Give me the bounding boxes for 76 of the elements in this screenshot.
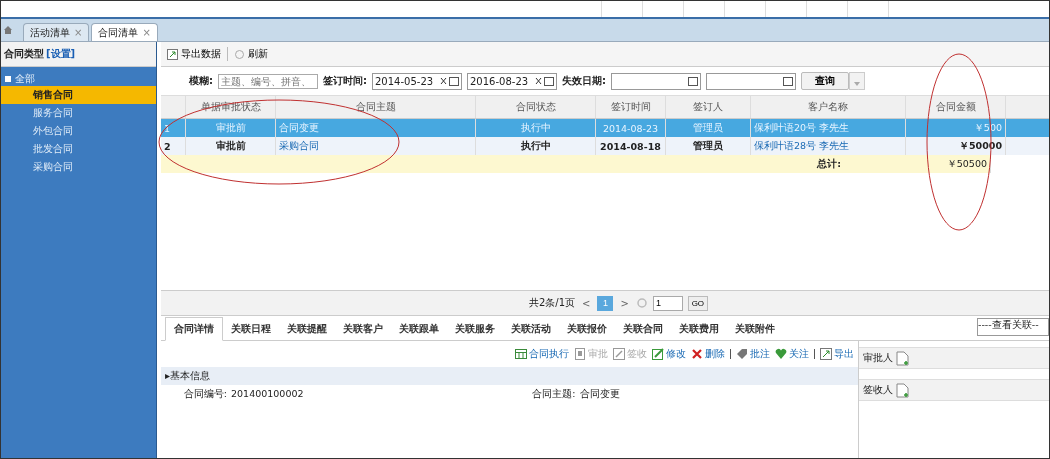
section-header[interactable]: ▸基本信息 [161,367,858,385]
field-label: 合同主题: [531,388,576,401]
edit-icon [652,348,664,360]
calendar-icon[interactable] [688,76,698,86]
home-icon[interactable] [3,25,13,35]
calendar-icon[interactable] [449,76,459,86]
page-tab[interactable]: 合同清单 × [91,23,158,41]
date-field[interactable]: 2016-08-23 [467,72,557,90]
next-button[interactable]: > [618,297,631,309]
detail-tab[interactable]: 合同详情 [165,317,223,341]
search-field[interactable]: 主题、编号、拼音、 [218,73,318,89]
approve-icon [574,348,586,360]
detail-tab[interactable]: 关联服务 [447,318,503,340]
note-button[interactable]: 批注 [736,347,770,361]
detail-tab[interactable]: 关联活动 [503,318,559,340]
date-field[interactable] [706,72,796,90]
panel-title: 签收人 [863,383,893,397]
export-icon [167,48,178,60]
follow-icon [775,348,787,360]
sidebar-title: 合同类型 [4,47,44,61]
delete-icon [691,348,703,360]
date-field[interactable] [611,72,701,90]
detail-tab[interactable]: 关联日程 [223,318,279,340]
detail-tab[interactable]: 关联跟单 [391,318,447,340]
query-button[interactable]: 查询 [801,72,849,90]
close-button[interactable]: × [142,27,151,38]
page-summary: 共2条/1页 [529,296,576,310]
follow-button[interactable]: 关注 [775,347,809,361]
total-amount: ￥50500 [891,155,991,173]
table-row[interactable]: 2 审批前 采购合同 执行中 2014-08-18 管理员 保利叶语28号 李先生 ￥50000 [161,137,1049,155]
detail-tab[interactable]: 关联合同 [615,318,671,340]
tree-item[interactable]: 批发合同 [1,140,156,158]
filter-label: 模糊: [189,74,213,88]
refresh-button[interactable]: 刷新 [234,47,268,61]
execute-icon [515,348,527,360]
total-label: 总计: [816,156,842,171]
clear-icon[interactable] [535,77,542,85]
detail-tab[interactable]: 关联附件 [727,318,783,340]
tree-item[interactable]: 采购合同 [1,158,156,176]
refresh-icon [234,48,245,60]
tree-item[interactable]: 全部 [15,71,35,86]
execute-button[interactable]: 合同执行 [515,347,569,361]
export-icon [820,348,832,360]
settings-link[interactable]: [设置] [46,47,76,61]
related-select[interactable]: ----查看关联-- [977,318,1049,336]
note-icon [736,348,748,360]
export-button[interactable]: 导出 [820,347,854,361]
tree-item[interactable]: 外包合同 [1,122,156,140]
clear-icon[interactable] [440,77,447,85]
go-button[interactable]: GO [687,295,708,311]
previous-button[interactable]: < [580,297,593,309]
delete-button[interactable]: 删除 [691,347,725,361]
field-label: 合同编号: [182,388,227,401]
filter-label: 失效日期: [562,74,606,88]
export-button[interactable]: 导出数据 [167,47,221,61]
field-value: 合同变更 [579,388,620,401]
edit-button[interactable]: 修改 [652,347,686,361]
add-file-icon[interactable] [896,350,910,366]
collapse-icon[interactable] [5,75,11,82]
calendar-icon[interactable] [783,76,793,86]
receive-icon [613,348,625,360]
tree-item[interactable]: 销售合同 [1,86,156,104]
caret-icon [854,81,860,86]
detail-tab[interactable]: 关联报价 [559,318,615,340]
page-tab[interactable]: 活动清单 × [23,23,90,41]
page-input[interactable]: 1 [652,295,683,311]
tree-item[interactable]: 服务合同 [1,104,156,122]
filter-label: 签订时间: [323,74,367,88]
calendar-icon[interactable] [544,76,554,86]
detail-tab[interactable]: 关联费用 [671,318,727,340]
add-file-icon[interactable] [896,382,910,398]
detail-tab[interactable]: 关联客户 [335,318,391,340]
detail-tab[interactable]: 关联提醒 [279,318,335,340]
field-value: 201400100002 [231,388,304,401]
date-field[interactable]: 2014-05-23 [372,72,462,90]
panel-title: 审批人 [863,351,893,365]
